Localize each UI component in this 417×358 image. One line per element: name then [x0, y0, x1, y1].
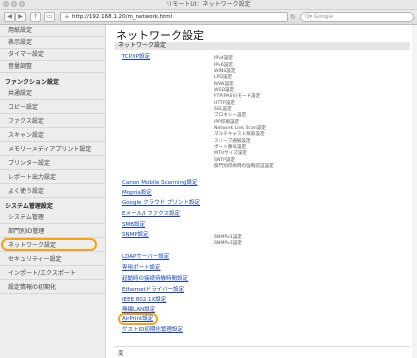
link-dedicated-port[interactable]: 専用ポート設定: [122, 265, 161, 272]
sidebar-item-scan[interactable]: スキャン設定: [0, 130, 105, 142]
tcpip-sub-port-number: ポート番号設定: [214, 145, 247, 150]
sidebar-section-system: システム管理設定: [5, 203, 53, 210]
browser-toolbar: ◀ ▶ ↑ ▭ + http://192.168.1.20/m_network.…: [0, 10, 417, 25]
tcpip-sub-http: HTTP設定: [214, 101, 235, 106]
snmp-sub-v1: SNMPv1設定: [214, 235, 242, 240]
link-smb[interactable]: SMB設定: [122, 222, 145, 229]
sidebar-item-paper[interactable]: 用紙設定: [0, 25, 105, 37]
sidebar-item-display[interactable]: 表示設定: [0, 37, 105, 49]
sidebar-item-volume[interactable]: 音量調整: [0, 61, 105, 73]
page-title: ネットワーク設定: [116, 29, 204, 42]
address-url: http://192.168.1.20/m_network.html: [72, 14, 173, 20]
tcpip-sub-ipp: IPP印刷設定: [214, 120, 240, 125]
sidebar-item-import-export[interactable]: インポート/エクスポート: [0, 268, 105, 280]
back-arrow-icon: ◀: [7, 13, 12, 20]
sidebar-item-memory-media[interactable]: メモリーメディアプリント設定: [0, 144, 105, 156]
tcpip-sub-dept-auth: 部門別印刷時の強制認証設定: [214, 164, 274, 169]
link-tcpip[interactable]: TCP/IP設定: [122, 54, 150, 61]
tcpip-sub-ssl: SSL設定: [214, 107, 232, 112]
share-icon: ↑: [32, 13, 39, 20]
sidebar: 用紙設定 表示設定 タイマー設定 音量調整 ファンクション設定 共通設定 コピー…: [0, 25, 106, 358]
search-placeholder: Q▾ Google: [305, 14, 334, 20]
reload-icon[interactable]: ↻: [290, 12, 296, 22]
share-button[interactable]: ↑: [30, 12, 41, 22]
tcpip-sub-mtu: MTUサイズ設定: [214, 151, 247, 156]
link-email-ifax[interactable]: Eメール/I ファクス設定: [122, 211, 180, 218]
sidebar-item-timer[interactable]: タイマー設定: [0, 49, 105, 61]
sidebar-item-copy[interactable]: コピー設定: [0, 102, 105, 114]
link-ldap-server[interactable]: LDAPサーバー設定: [122, 254, 169, 261]
link-ieee8021x[interactable]: IEEE 802.1X設定: [122, 297, 166, 304]
bookmarks-button[interactable]: ▭: [44, 12, 55, 22]
forward-button[interactable]: ▶: [15, 12, 26, 22]
tcpip-sub-proxy: プロキシー設定: [214, 113, 247, 118]
link-snmp[interactable]: SNMP設定: [122, 232, 149, 239]
back-button[interactable]: ◀: [4, 12, 15, 22]
sidebar-section-function: ファンクション設定: [5, 79, 60, 86]
snmp-sub-v3: SNMPv3設定: [214, 241, 242, 246]
link-canon-mobile-scanning[interactable]: Canon Mobile Scanning設定: [122, 180, 197, 187]
main-content: ネットワーク設定 ネットワーク設定 TCP/IP設定 IPv4設定 IPv6設定…: [106, 25, 417, 358]
sidebar-item-system-admin[interactable]: システム管理: [0, 212, 105, 224]
add-bookmark-icon[interactable]: +: [64, 13, 70, 21]
link-startup-wait-time[interactable]: 起動時の接続待機時間設定: [122, 276, 188, 283]
sidebar-item-dept-id[interactable]: 部門別ID管理: [0, 226, 105, 238]
tcpip-sub-lpd: LPD設定: [214, 75, 233, 80]
sidebar-item-favorites[interactable]: よく使う設定: [0, 186, 105, 198]
tcpip-sub-sntp: SNTP設定: [214, 158, 236, 163]
tcpip-sub-ftp: FTP(PASV)モード設定: [214, 94, 261, 99]
tcpip-sub-wins: WINS設定: [214, 69, 236, 74]
tcpip-sub-network-link-scan: Network Link Scan設定: [214, 126, 266, 131]
search-input[interactable]: Q▾ Google: [300, 12, 414, 22]
window-titlebar: リモートUI：ネットワーク設定: [0, 0, 417, 10]
tcpip-sub-multicast: マルチキャスト探索設定: [214, 132, 265, 137]
tcpip-sub-ipv4: IPv4設定: [214, 56, 233, 61]
link-ethernet-driver[interactable]: Ethernetドライバー設定: [122, 287, 184, 294]
tcpip-sub-ipv6: IPv6設定: [214, 63, 233, 68]
sidebar-item-fax[interactable]: ファクス設定: [0, 116, 105, 128]
airprint-highlight-ring: [118, 313, 158, 325]
link-google-cloud-print[interactable]: Google クラウド プリント設定: [122, 200, 200, 207]
tcpip-sub-wsd: WSD設定: [214, 88, 235, 93]
network-highlight-ring: [1, 238, 97, 251]
sidebar-item-common[interactable]: 共通設定: [0, 88, 105, 100]
address-bar[interactable]: + http://192.168.1.20/m_network.html: [60, 12, 288, 22]
tcpip-sub-sleep-notify: スリープ通知設定: [214, 139, 251, 144]
book-icon: ▭: [46, 13, 53, 20]
content-divider: [114, 346, 410, 347]
link-guest-id-init[interactable]: ゲストID初期化管理設定: [122, 327, 183, 334]
forward-arrow-icon: ▶: [18, 13, 23, 20]
window-title: リモートUI：ネットワーク設定: [166, 1, 251, 8]
section-header: ネットワーク設定: [114, 42, 410, 50]
tcpip-sub-raw: RAW設定: [214, 82, 234, 87]
scrollbar[interactable]: [412, 25, 417, 358]
sidebar-item-printer[interactable]: プリンター設定: [0, 158, 105, 170]
sidebar-item-report[interactable]: レポート出力設定: [0, 172, 105, 184]
sidebar-item-security[interactable]: セキュリティー設定: [0, 254, 105, 266]
sidebar-item-initialize[interactable]: 設定情報の初期化: [0, 282, 105, 294]
link-mopria[interactable]: Mopria設定: [122, 190, 152, 197]
footer-text: 変: [118, 351, 124, 357]
